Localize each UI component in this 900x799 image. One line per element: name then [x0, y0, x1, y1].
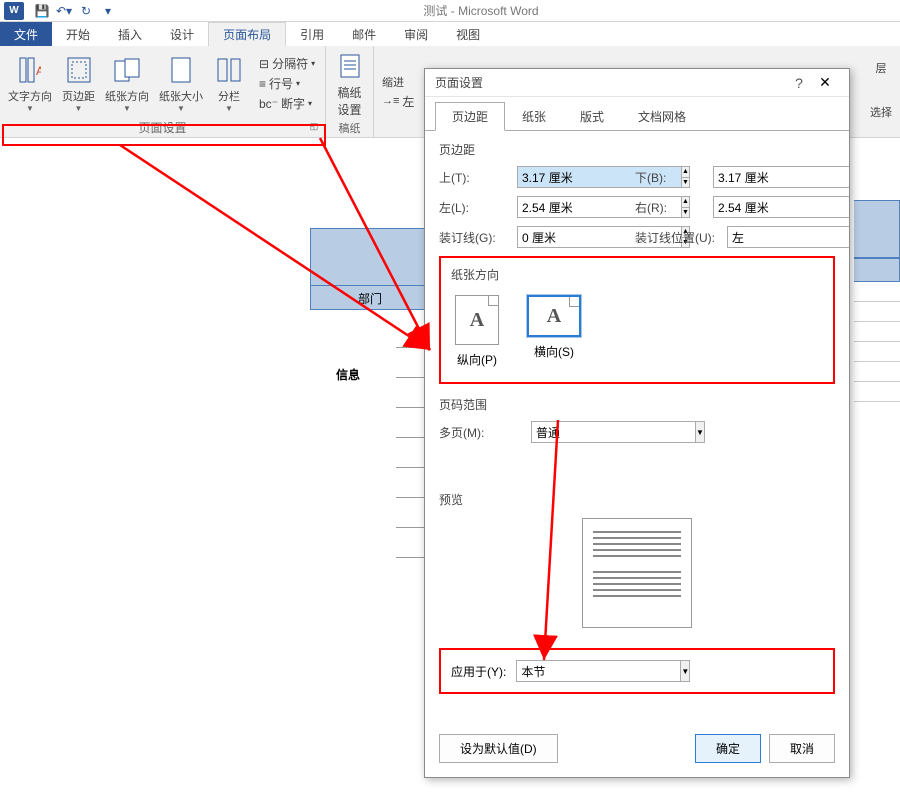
columns-button[interactable]: 分栏▼ [209, 52, 249, 115]
portrait-option[interactable]: A 纵向(P) [451, 291, 503, 372]
orientation-icon [111, 54, 143, 86]
columns-icon [213, 54, 245, 86]
tab-references[interactable]: 引用 [286, 22, 338, 46]
orientation-label: 纸张方向 [451, 266, 823, 283]
default-button[interactable]: 设为默认值(D) [439, 734, 558, 763]
hyphenation-button[interactable]: bc⁻断字▾ [255, 94, 319, 113]
tab-design[interactable]: 设计 [156, 22, 208, 46]
portrait-icon: A [455, 295, 499, 345]
doc-grid-lines [396, 318, 426, 558]
gutter-label: 装订线(G): [439, 229, 509, 246]
ribbon-tabs: 文件 开始 插入 设计 页面布局 引用 邮件 审阅 视图 [0, 22, 900, 46]
dialog-tabs: 页边距 纸张 版式 文档网格 [425, 97, 849, 131]
indent-label: 缩进 [378, 73, 418, 91]
ok-button[interactable]: 确定 [695, 734, 761, 763]
doc-right-table-fragment [854, 200, 900, 402]
indent-left-button[interactable]: →≡ 左 [378, 92, 418, 111]
margins-icon [63, 54, 95, 86]
apply-to-section: 应用于(Y): ▼ [439, 648, 835, 694]
writing-paper-icon [334, 50, 366, 82]
page-setup-launcher[interactable]: ◱ [307, 121, 321, 135]
size-button[interactable]: 纸张大小▼ [155, 52, 207, 115]
left-margin-label: 左(L): [439, 199, 509, 216]
page-setup-group-label: 页面设置 [138, 119, 186, 136]
layer-button-partial[interactable]: 层 [862, 46, 900, 90]
dialog-tab-layout[interactable]: 版式 [563, 102, 621, 131]
dept-header-cell: 部门 [310, 286, 430, 310]
top-margin-label: 上(T): [439, 169, 509, 186]
tab-page-layout[interactable]: 页面布局 [208, 22, 286, 46]
preview-label: 预览 [439, 491, 835, 508]
title-bar: W 💾 ↶▾ ↻ ▾ 测试 - Microsoft Word [0, 0, 900, 22]
doc-table-fragment: 部门 [310, 228, 430, 310]
word-app-icon: W [4, 2, 24, 20]
undo-icon[interactable]: ↶▾ [54, 2, 74, 20]
landscape-icon: A [527, 295, 581, 337]
dialog-titlebar[interactable]: 页面设置 ? ✕ [425, 69, 849, 97]
tab-file[interactable]: 文件 [0, 22, 52, 46]
bottom-margin-input[interactable] [713, 166, 849, 188]
page-range-label: 页码范围 [439, 396, 835, 413]
apply-to-label: 应用于(Y): [451, 663, 506, 680]
dialog-tab-margins[interactable]: 页边距 [435, 102, 505, 131]
gutter-pos-label: 装订线位置(U): [635, 229, 719, 246]
ribbon-right-crop: 层 选择 [862, 46, 900, 138]
cancel-button[interactable]: 取消 [769, 734, 835, 763]
bottom-margin-label: 下(B): [635, 169, 705, 186]
dialog-tab-paper[interactable]: 纸张 [505, 102, 563, 131]
info-label: 信息 [336, 366, 360, 383]
dialog-title-text: 页面设置 [435, 74, 787, 91]
tab-insert[interactable]: 插入 [104, 22, 156, 46]
quick-access-toolbar: 💾 ↶▾ ↻ ▾ [28, 2, 122, 20]
margins-button[interactable]: 页边距▼ [58, 52, 99, 115]
dialog-help-button[interactable]: ? [787, 75, 811, 91]
tab-mailings[interactable]: 邮件 [338, 22, 390, 46]
page-setup-dialog: 页面设置 ? ✕ 页边距 纸张 版式 文档网格 页边距 上(T): ▲▼ 下(B… [424, 68, 850, 778]
window-title: 测试 - Microsoft Word [122, 2, 900, 19]
preview-thumbnail [582, 518, 692, 628]
gutter-pos-combo[interactable] [727, 226, 849, 248]
orientation-button[interactable]: 纸张方向▼ [101, 52, 153, 115]
qat-customize-icon[interactable]: ▾ [98, 2, 118, 20]
tab-review[interactable]: 审阅 [390, 22, 442, 46]
margins-section-label: 页边距 [439, 141, 835, 158]
multi-page-label: 多页(M): [439, 424, 523, 441]
apply-to-combo[interactable] [516, 660, 681, 682]
hyphenation-icon: bc⁻ [259, 97, 278, 111]
breaks-button[interactable]: ⊟分隔符▾ [255, 54, 319, 73]
multi-page-combo[interactable] [531, 421, 696, 443]
size-icon [165, 54, 197, 86]
line-numbers-button[interactable]: ≡行号▾ [255, 74, 319, 93]
text-direction-icon: A [14, 54, 46, 86]
right-margin-input[interactable] [713, 196, 849, 218]
orientation-section: 纸张方向 A 纵向(P) A 横向(S) [439, 256, 835, 384]
writing-paper-group-label: 稿纸 [330, 120, 369, 136]
right-margin-label: 右(R): [635, 199, 705, 216]
line-numbers-icon: ≡ [259, 77, 266, 91]
select-button-partial[interactable]: 选择 [862, 90, 900, 134]
dialog-tab-grid[interactable]: 文档网格 [621, 102, 703, 131]
redo-icon[interactable]: ↻ [76, 2, 96, 20]
breaks-icon: ⊟ [259, 57, 269, 71]
text-direction-button[interactable]: A 文字方向▼ [4, 52, 56, 115]
tab-home[interactable]: 开始 [52, 22, 104, 46]
tab-view[interactable]: 视图 [442, 22, 494, 46]
writing-paper-button[interactable]: 稿纸设置 [330, 48, 369, 120]
save-icon[interactable]: 💾 [32, 2, 52, 20]
landscape-option[interactable]: A 横向(S) [523, 291, 585, 372]
dialog-close-button[interactable]: ✕ [811, 74, 839, 91]
multi-page-dropdown[interactable]: ▼ [696, 421, 705, 443]
apply-to-dropdown[interactable]: ▼ [681, 660, 690, 682]
svg-text:A: A [36, 64, 41, 78]
